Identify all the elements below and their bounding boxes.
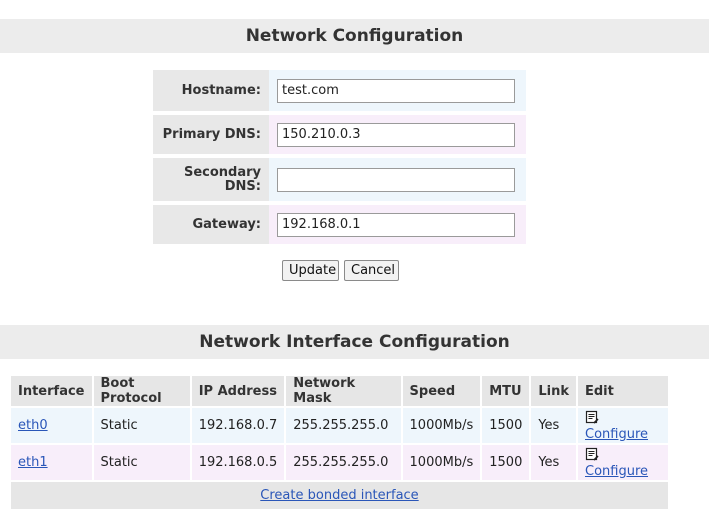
mtu-cell: 1500 xyxy=(481,406,532,444)
network-config-form: Hostname: Primary DNS: Secondary DNS: Ga… xyxy=(153,70,526,248)
primary-dns-row: Primary DNS: xyxy=(153,115,526,154)
edit-script-icon xyxy=(585,410,599,424)
update-button[interactable]: Update xyxy=(282,260,339,281)
configure-eth0-button[interactable]: Configure xyxy=(585,410,649,442)
table-footer: Create bonded interface xyxy=(11,480,670,509)
network-mask-cell: 255.255.255.0 xyxy=(285,443,403,481)
secondary-dns-label: Secondary DNS: xyxy=(153,158,269,201)
col-boot-protocol: Boot Protocol xyxy=(92,376,192,407)
col-speed: Speed xyxy=(401,376,483,407)
hostname-label: Hostname: xyxy=(153,70,269,111)
secondary-dns-label-text: Secondary DNS: xyxy=(183,164,261,194)
network-configuration-title: Network Configuration xyxy=(0,19,709,53)
network-interface-configuration-title: Network Interface Configuration xyxy=(0,325,709,359)
gateway-row: Gateway: xyxy=(153,205,526,244)
table-row: eth1 Static 192.168.0.5 255.255.255.0 10… xyxy=(11,443,670,481)
col-interface: Interface xyxy=(11,376,94,407)
interface-link-eth0[interactable]: eth0 xyxy=(18,418,48,433)
network-mask-cell: 255.255.255.0 xyxy=(285,406,403,444)
col-edit: Edit xyxy=(577,376,670,407)
table-row: eth0 Static 192.168.0.7 255.255.255.0 10… xyxy=(11,406,670,444)
ip-address-cell: 192.168.0.7 xyxy=(190,406,287,444)
link-cell: Yes xyxy=(530,406,578,444)
hostname-row: Hostname: xyxy=(153,70,526,111)
ip-address-cell: 192.168.0.5 xyxy=(190,443,287,481)
configure-eth1-button[interactable]: Configure xyxy=(585,447,649,479)
mtu-cell: 1500 xyxy=(481,443,532,481)
secondary-dns-row: Secondary DNS: xyxy=(153,158,526,201)
secondary-dns-input[interactable] xyxy=(277,167,515,192)
cancel-button[interactable]: Cancel xyxy=(344,260,399,281)
interface-link-eth1[interactable]: eth1 xyxy=(18,455,48,470)
col-network-mask: Network Mask xyxy=(285,376,403,407)
col-link: Link xyxy=(530,376,578,407)
speed-cell: 1000Mb/s xyxy=(401,406,483,444)
interface-table-header: Interface Boot Protocol IP Address Netwo… xyxy=(11,376,670,407)
speed-cell: 1000Mb/s xyxy=(401,443,483,481)
primary-dns-input[interactable] xyxy=(277,122,515,147)
link-cell: Yes xyxy=(530,443,578,481)
configure-label: Configure xyxy=(585,426,649,442)
edit-script-icon xyxy=(585,447,599,461)
boot-protocol-cell: Static xyxy=(92,406,192,444)
gateway-label: Gateway: xyxy=(153,205,269,244)
create-bonded-interface-link[interactable]: Create bonded interface xyxy=(260,488,418,503)
hostname-input[interactable] xyxy=(277,78,515,103)
interface-table: Interface Boot Protocol IP Address Netwo… xyxy=(11,376,670,509)
configure-label: Configure xyxy=(585,463,649,479)
boot-protocol-cell: Static xyxy=(92,443,192,481)
primary-dns-label: Primary DNS: xyxy=(153,115,269,154)
col-ip-address: IP Address xyxy=(190,376,287,407)
gateway-input[interactable] xyxy=(277,212,515,237)
col-mtu: MTU xyxy=(481,376,532,407)
